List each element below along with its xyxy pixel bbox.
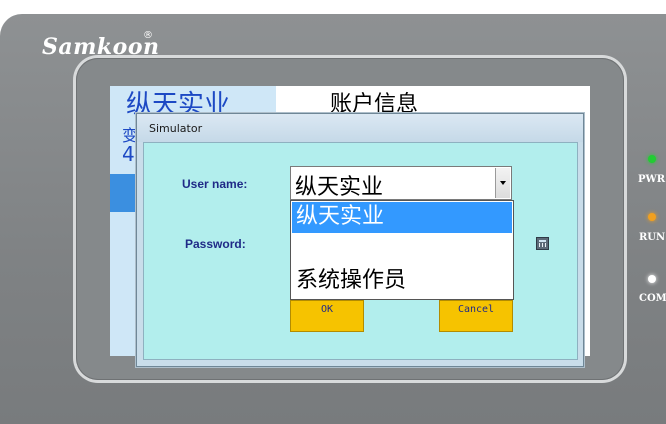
com-label: COM: [639, 293, 666, 304]
keypad-icon[interactable]: [536, 237, 549, 250]
com-led-icon: [648, 275, 656, 283]
pwr-label: PWR: [638, 174, 666, 185]
user-name-dropdown: 纵天实业 系统操作员: [290, 200, 514, 300]
ok-button[interactable]: OK: [290, 300, 364, 332]
hmi-left-number: 4: [122, 142, 135, 166]
hmi-selected-tab[interactable]: [110, 174, 136, 212]
user-option-2[interactable]: [292, 234, 512, 265]
chevron-down-icon[interactable]: [495, 168, 510, 198]
password-label: Password:: [185, 237, 246, 251]
registered-mark: ®: [143, 30, 153, 41]
user-option-1[interactable]: 纵天实业: [292, 202, 512, 233]
pwr-led-icon: [648, 155, 656, 163]
dialog-title: Simulator: [149, 122, 203, 135]
login-form: User name: Password: 纵天实业 纵天实业 系统操作员 OK …: [143, 142, 578, 360]
run-label: RUN: [639, 232, 666, 243]
user-name-label: User name:: [182, 177, 248, 191]
user-name-value: 纵天实业: [295, 175, 384, 200]
dialog-titlebar[interactable]: Simulator: [137, 114, 583, 142]
run-led-icon: [648, 213, 656, 221]
simulator-dialog: Simulator User name: Password: 纵天实业 纵天实业…: [136, 113, 584, 367]
cancel-button[interactable]: Cancel: [439, 300, 513, 332]
user-option-3[interactable]: 系统操作员: [292, 266, 512, 297]
user-name-select[interactable]: 纵天实业: [290, 166, 512, 200]
brand-logo: Samkoon: [42, 34, 160, 60]
